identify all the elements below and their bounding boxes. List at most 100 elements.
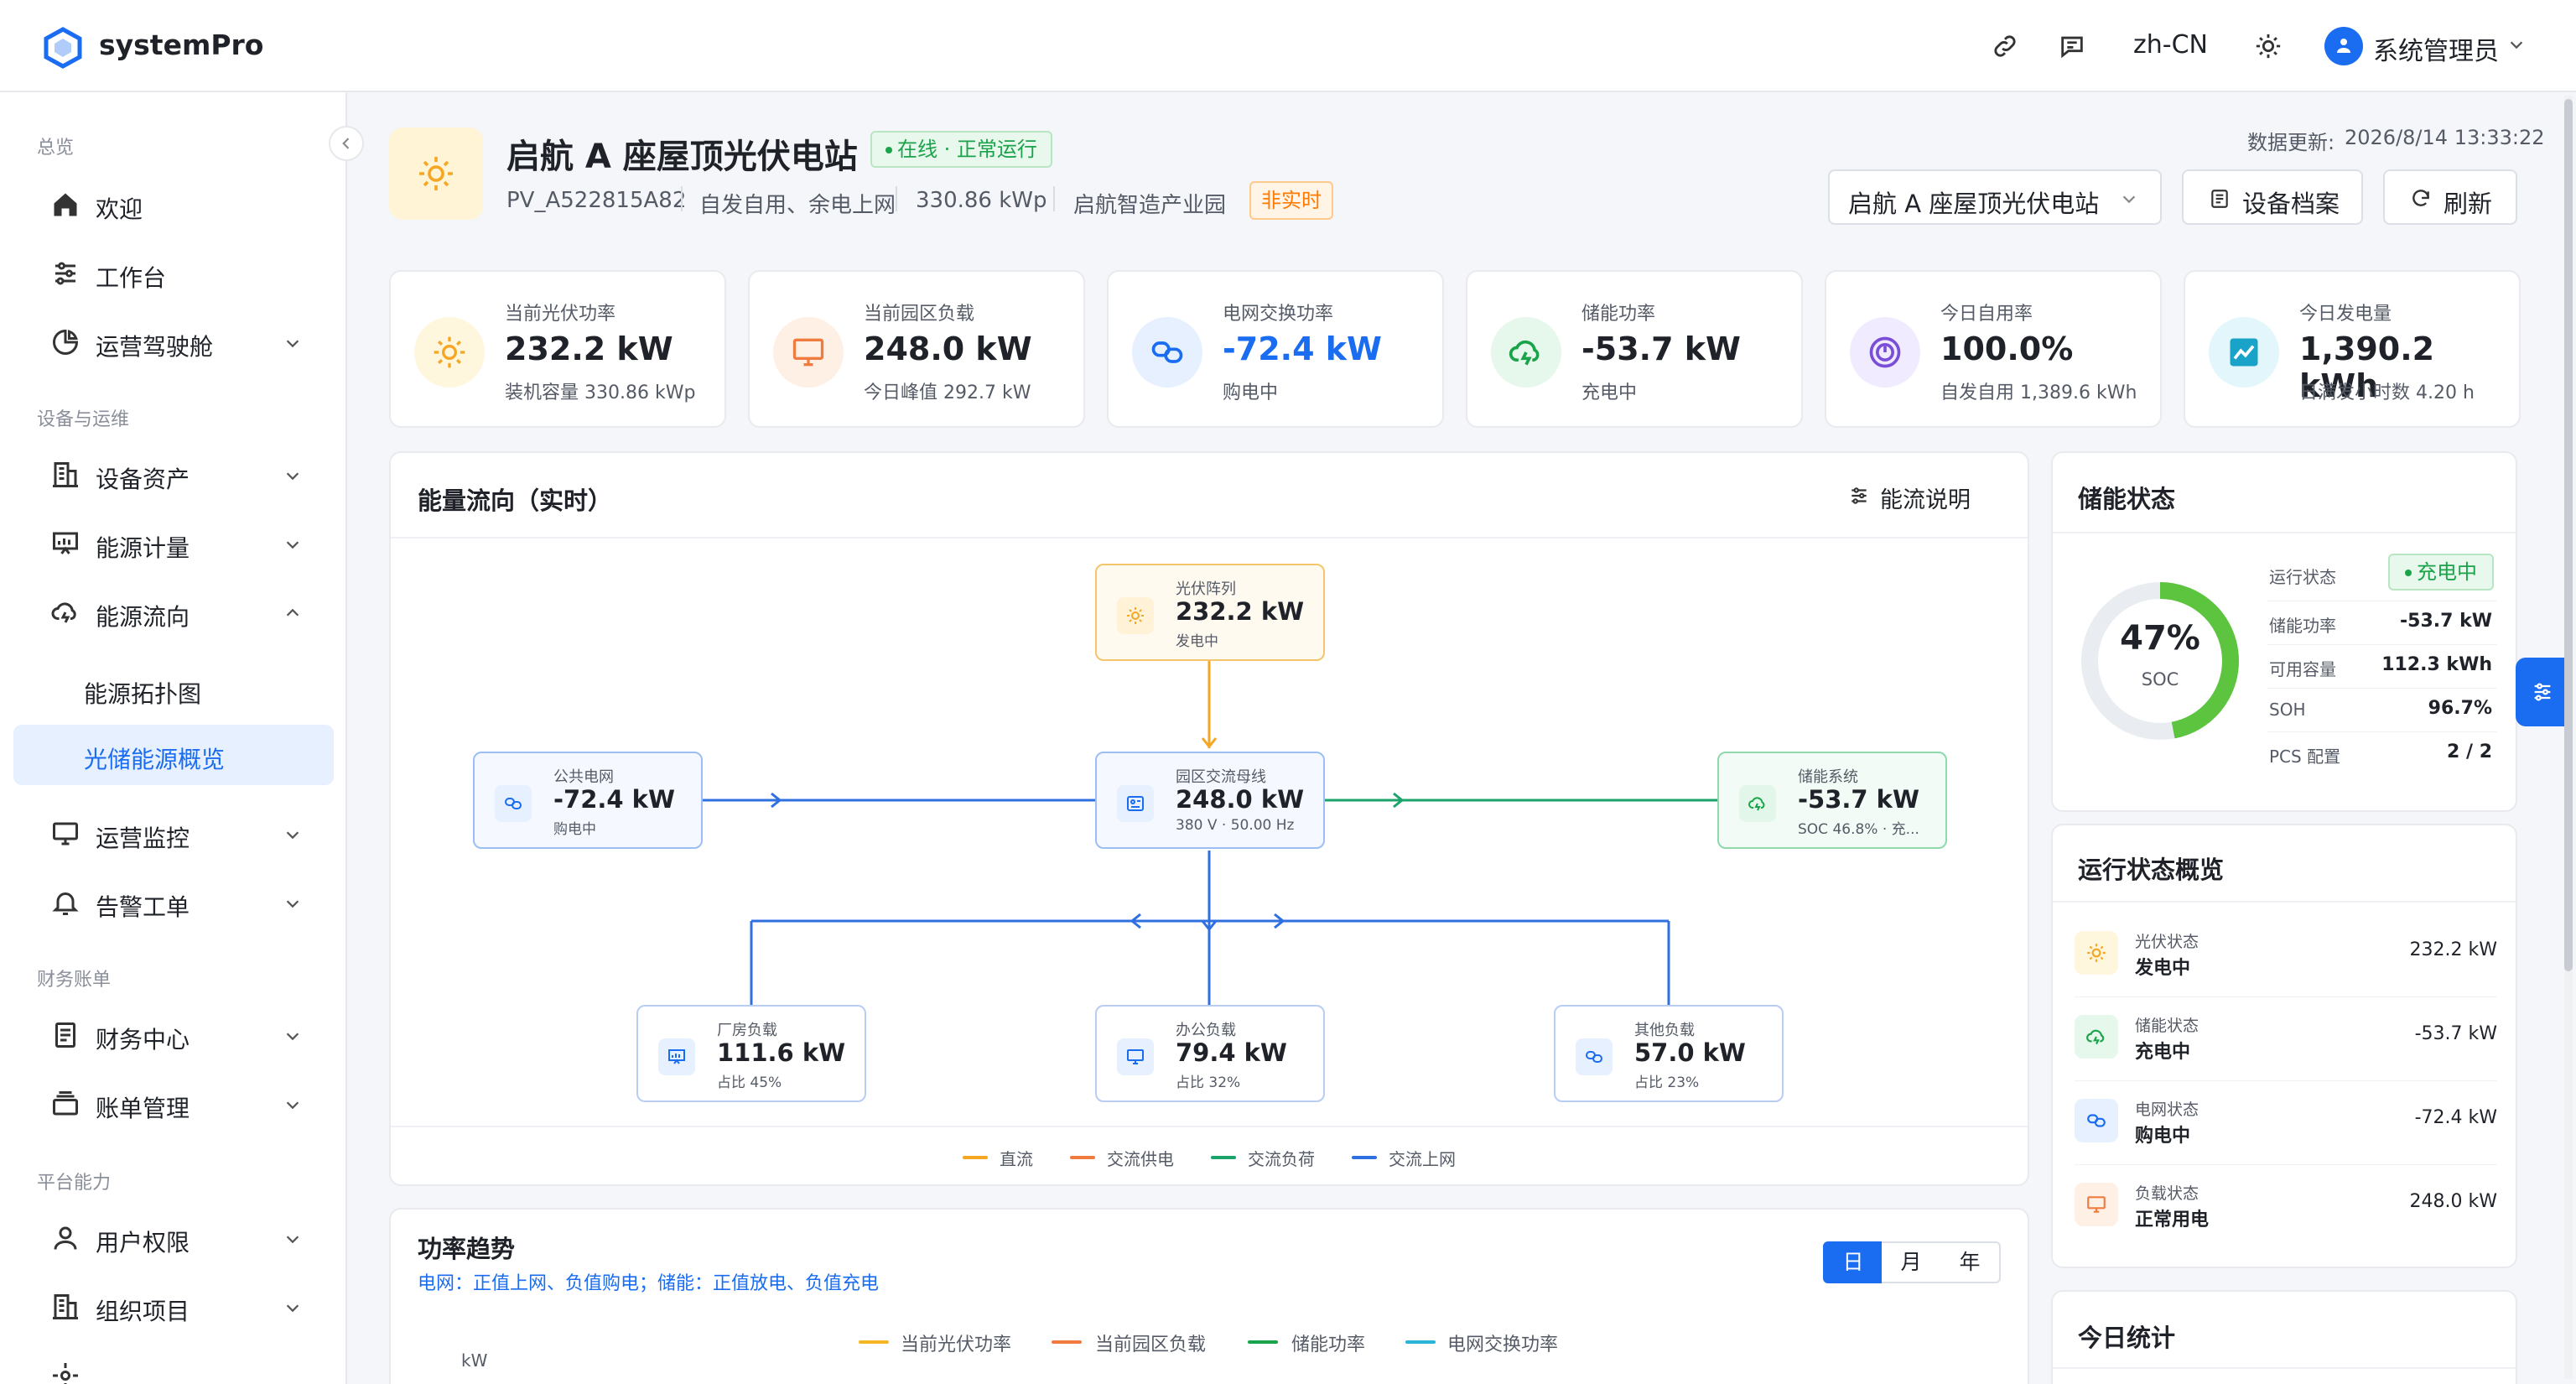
period-year-button[interactable]: 年 [1940, 1241, 2001, 1283]
sidebar-item-label: 欢迎 [96, 195, 143, 223]
user-avatar[interactable] [2324, 27, 2363, 65]
sidebar-item-workbench[interactable]: 工作台 [13, 243, 334, 304]
pie-chart-icon [53, 329, 79, 355]
energy-flow-title: 能量流向（实时） [418, 486, 613, 515]
node-value: 79.4 kW [1176, 1038, 1287, 1067]
sidebar-item-org[interactable]: 组织项目 [13, 1277, 334, 1337]
sidebar-item-label: 财务中心 [96, 1026, 190, 1054]
kpi-icon-bg [1132, 317, 1202, 388]
app-name[interactable]: systemPro [99, 29, 263, 61]
sidebar-item-monitor[interactable]: 运营监控 [13, 804, 334, 864]
chat-icon[interactable] [2058, 32, 2086, 60]
language-switcher[interactable]: zh-CN [2133, 30, 2208, 60]
node-label: 办公负载 [1176, 1022, 1236, 1039]
legend-label[interactable]: 当前园区负载 [1095, 1329, 1206, 1356]
legend-swatch [1070, 1156, 1095, 1159]
legend-label[interactable]: 当前光伏功率 [901, 1329, 1011, 1356]
divider [2053, 901, 2516, 903]
node-sub: 购电中 [553, 821, 596, 838]
legend-label[interactable]: 电网交换功率 [1447, 1329, 1558, 1356]
button-label: 刷新 [2444, 190, 2493, 218]
station-title: 启航 A 座屋顶光伏电站 [506, 138, 858, 176]
user-name[interactable]: 系统管理员 [2373, 30, 2499, 67]
device-archive-button[interactable]: 设备档案 [2182, 169, 2363, 225]
flow-explain-button[interactable]: 能流说明 [1845, 480, 2004, 513]
sidebar-item-billing[interactable]: 账单管理 [13, 1074, 334, 1134]
node-label: 储能系统 [1798, 768, 1858, 786]
sidebar-item-alarm[interactable]: 告警工单 [13, 872, 334, 933]
kpi-sub: 今日峰值 292.7 kW [864, 382, 1031, 403]
sidebar-item-label: 能源计量 [96, 534, 190, 562]
station-select-value: 启航 A 座屋顶光伏电站 [1848, 190, 2100, 218]
sidebar-item-welcome[interactable]: 欢迎 [13, 174, 334, 235]
sidebar-item-label: 组织项目 [96, 1298, 190, 1325]
kpi-label: 电网交换功率 [1223, 304, 1334, 325]
chevron-down-icon [286, 340, 299, 348]
sidebar-item-assets[interactable]: 设备资产 [13, 445, 334, 505]
soc-ring [2081, 582, 2239, 740]
sidebar-item-metering[interactable]: 能源计量 [13, 513, 334, 574]
sidebar-item-pv-overview[interactable]: 光储能源概览 [13, 725, 334, 785]
kpi-today-generation: 今日发电量 1,390.2 kWh 日满发小时数 4.20 h [2184, 270, 2521, 428]
station-id: PV_A522815A82 [506, 188, 687, 213]
floating-settings-button[interactable] [2516, 658, 2569, 726]
kpi-grid-exchange: 电网交换功率 -72.4 kW 购电中 [1107, 270, 1444, 428]
node-icon-bg [1117, 1038, 1154, 1075]
flow-node-grid[interactable]: 公共电网 -72.4 kW 购电中 [473, 752, 703, 849]
sidebar-item-finance[interactable]: 财务中心 [13, 1005, 334, 1065]
sidebar-item-users[interactable]: 用户权限 [13, 1208, 334, 1268]
link-icon[interactable] [1991, 32, 2019, 60]
run-status-row-storage: 储能状态 充电中 -53.7 kW [2075, 995, 2497, 1079]
kpi-storage-power: 储能功率 -53.7 kW 充电中 [1466, 270, 1803, 428]
flow-node-office[interactable]: 办公负载 79.4 kW 占比 32% [1095, 1005, 1325, 1102]
divider [2267, 688, 2497, 689]
storage-title: 储能状态 [2078, 485, 2176, 513]
kpi-sub: 购电中 [1223, 382, 1279, 403]
node-label: 厂房负载 [717, 1022, 777, 1039]
settings-icon [53, 1363, 78, 1384]
node-label: 光伏阵列 [1176, 580, 1236, 598]
legend-label: 交流供电 [1107, 1149, 1174, 1169]
sidebar-item-energy-flow[interactable]: 能源流向 [13, 582, 334, 643]
sidebar-collapse-button[interactable] [329, 126, 364, 161]
legend-swatch [1405, 1340, 1436, 1344]
building-icon [53, 462, 78, 487]
bell-icon [52, 892, 79, 915]
row-state: 发电中 [2135, 958, 2191, 979]
node-sub: 380 V · 50.00 Hz [1176, 817, 1295, 834]
period-day-button[interactable]: 日 [1823, 1241, 1883, 1283]
sidebar-item-label: 工作台 [96, 264, 167, 292]
period-month-button[interactable]: 月 [1882, 1241, 1942, 1283]
theme-sun-icon[interactable] [2254, 32, 2283, 60]
chevron-down-icon[interactable] [2507, 35, 2526, 54]
soc-label: SOC [2141, 669, 2179, 689]
archive-icon [2211, 190, 2228, 208]
legend-label[interactable]: 储能功率 [1291, 1329, 1365, 1356]
status-dot [2405, 570, 2412, 576]
flow-node-pv[interactable]: 光伏阵列 232.2 kW 发电中 [1095, 564, 1325, 661]
node-icon-bg [1117, 785, 1154, 822]
kpi-icon-bg [2209, 317, 2279, 388]
chevron-down-icon [2122, 195, 2136, 204]
app-logo-icon[interactable] [42, 27, 84, 69]
flow-node-storage[interactable]: 储能系统 -53.7 kW SOC 46.8% · 充... [1717, 752, 1947, 849]
flow-node-other[interactable]: 其他负载 57.0 kW 占比 23% [1554, 1005, 1784, 1102]
flow-node-factory[interactable]: 厂房负载 111.6 kW 占比 45% [636, 1005, 866, 1102]
divider [1053, 186, 1055, 211]
station-select[interactable]: 启航 A 座屋顶光伏电站 [1828, 169, 2162, 225]
kpi-label: 今日自用率 [1940, 304, 2033, 325]
flow-node-bus[interactable]: 园区交流母线 248.0 kW 380 V · 50.00 Hz [1095, 752, 1325, 849]
soc-value: 47% [2120, 619, 2200, 658]
node-sub: 发电中 [1176, 633, 1218, 650]
sidebar-item-settings[interactable] [13, 1345, 334, 1384]
node-icon-bg [658, 1038, 695, 1075]
legend-label: 交流负荷 [1248, 1149, 1315, 1169]
refresh-button[interactable]: 刷新 [2383, 169, 2517, 225]
sidebar-item-topology[interactable]: 能源拓扑图 [13, 659, 334, 720]
sidebar-group-platform: 平台能力 [37, 1173, 112, 1194]
kpi-icon-bg [1850, 317, 1920, 388]
sidebar-item-cockpit[interactable]: 运营驾驶舱 [13, 312, 334, 372]
node-label: 公共电网 [553, 768, 614, 786]
scrollbar-thumb[interactable] [2564, 99, 2573, 971]
legend-swatch [859, 1340, 889, 1344]
